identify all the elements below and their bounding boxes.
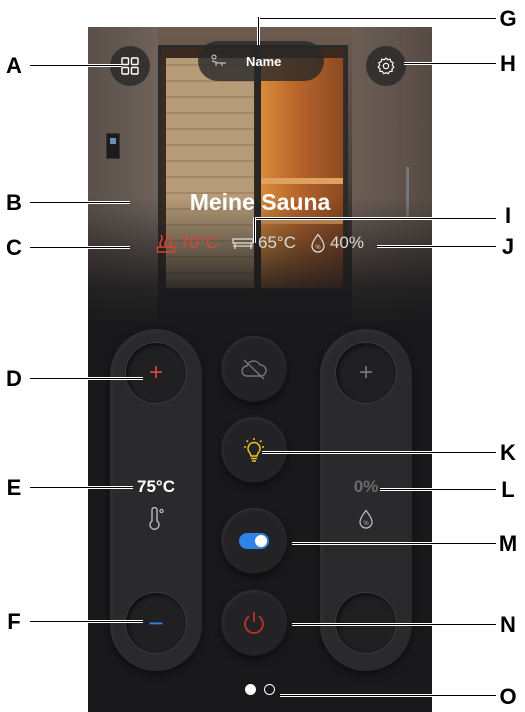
- callout-line-k: [262, 451, 496, 454]
- callout-label-j: J: [501, 234, 515, 259]
- callout-line-i-vertical: [253, 217, 256, 243]
- gear-icon: [377, 57, 395, 75]
- mode-toggle-button[interactable]: [222, 509, 286, 573]
- humidity-setpoint: 0%: [353, 477, 379, 496]
- callout-line-f: [30, 620, 143, 623]
- steam-off-button[interactable]: [222, 337, 286, 401]
- humidity-stat: % 40%: [310, 233, 364, 253]
- callout-line-g-vertical: [257, 17, 260, 45]
- callout-line-o: [280, 694, 496, 697]
- callout-line-d: [30, 377, 143, 380]
- callout-label-l: L: [501, 477, 515, 502]
- svg-text:%: %: [363, 521, 369, 527]
- heater-temp-stat: 70°C: [156, 233, 218, 253]
- callout-label-o: O: [499, 684, 517, 709]
- sauna-bather-icon: [211, 54, 226, 66]
- callout-line-h: [404, 62, 496, 65]
- callout-line-l: [380, 488, 496, 491]
- toggle-switch-icon: [239, 533, 269, 549]
- callout-line-c: [30, 246, 130, 249]
- power-button[interactable]: [222, 591, 286, 655]
- page-dot-2[interactable]: [264, 684, 275, 695]
- callout-label-h: H: [500, 51, 516, 76]
- sauna-title: Meine Sauna: [189, 189, 331, 215]
- callout-label-g: G: [499, 6, 517, 31]
- heater-icon: [156, 234, 176, 253]
- cloud-off-icon: [241, 359, 267, 380]
- settings-button[interactable]: [366, 46, 406, 86]
- sauna-stats: 70°C 65°C % 40%: [88, 233, 432, 253]
- callout-label-b: B: [6, 190, 22, 215]
- humidity-increase-button[interactable]: +: [336, 343, 396, 403]
- temp-increase-button[interactable]: +: [126, 343, 186, 403]
- light-bulb-icon: [244, 438, 264, 462]
- minus-icon: −: [148, 608, 164, 638]
- callout-label-a: A: [6, 53, 22, 78]
- bench-temp-value: 65°C: [257, 233, 296, 252]
- power-icon: [244, 612, 264, 634]
- plus-icon: +: [358, 359, 373, 386]
- callout-line-g: [258, 17, 496, 20]
- callout-label-d: D: [6, 366, 22, 391]
- light-button[interactable]: [222, 418, 286, 482]
- callout-line-i: [254, 217, 496, 220]
- sauna-name-pill[interactable]: Name: [198, 41, 324, 81]
- humidity-control: + 0% %: [320, 329, 412, 671]
- callout-label-e: E: [6, 475, 22, 500]
- heater-temp-value: 70°C: [180, 233, 218, 252]
- thermometer-icon: [149, 507, 164, 530]
- callout-line-j: [377, 245, 496, 248]
- callout-label-f: F: [7, 609, 21, 634]
- name-label: Name: [246, 53, 282, 69]
- bench-icon: [232, 238, 254, 249]
- temp-decrease-button[interactable]: −: [126, 593, 186, 653]
- svg-text:%: %: [315, 245, 321, 251]
- grid-icon: [121, 57, 139, 75]
- callout-line-e: [30, 486, 133, 489]
- page-dot-1[interactable]: [245, 684, 256, 695]
- plus-icon: +: [148, 359, 163, 386]
- callout-line-a: [30, 64, 122, 67]
- callout-label-n: N: [500, 612, 516, 637]
- humidity-drop-icon: %: [359, 509, 373, 529]
- humidity-drop-icon: %: [311, 233, 325, 253]
- phone-screen: Name Meine Sauna 70°C 65°C % 40% + 75°C …: [88, 27, 432, 712]
- callout-line-b: [30, 201, 130, 204]
- callout-line-n: [292, 623, 496, 626]
- callout-label-m: M: [498, 531, 518, 556]
- callout-label-k: K: [500, 440, 516, 465]
- callout-label-i: I: [504, 203, 512, 228]
- annotated-screenshot: Name Meine Sauna 70°C 65°C % 40% + 75°C …: [0, 0, 525, 712]
- humidity-value: 40%: [329, 233, 364, 252]
- bench-temp-stat: 65°C: [232, 233, 296, 253]
- callout-line-m: [292, 542, 496, 545]
- callout-label-c: C: [6, 235, 22, 260]
